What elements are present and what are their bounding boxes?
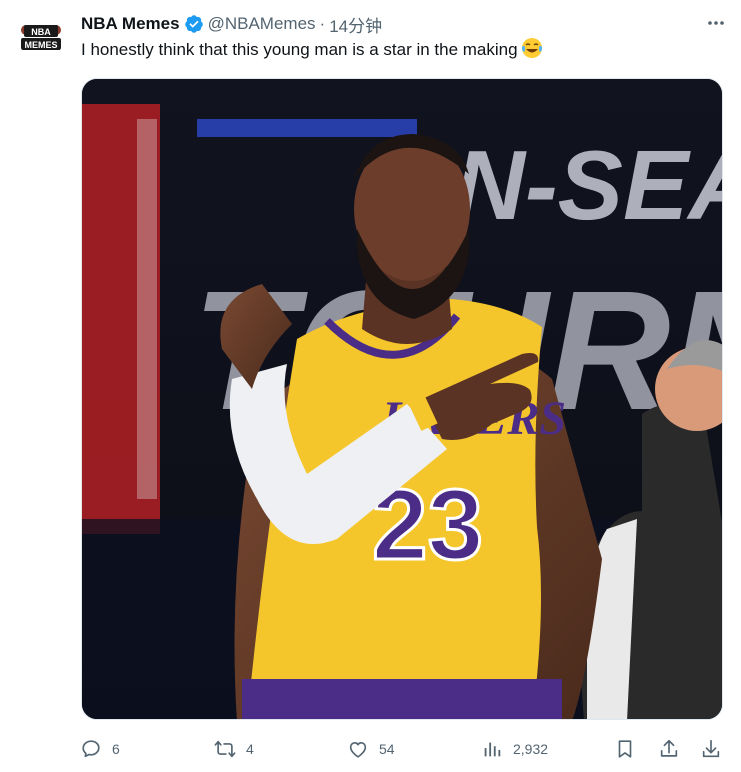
analytics-bars-icon [484,742,501,757]
verified-badge-icon[interactable] [184,14,204,34]
retweet-icon [214,740,236,758]
more-dots-icon [708,21,724,25]
tweet-photo[interactable]: IN-SEASO TOURNA LAKERS 23 [81,78,723,720]
share-button[interactable] [658,734,680,764]
retweet-count: 4 [246,741,254,757]
author-name[interactable]: NBA Memes [81,14,180,34]
like-count: 54 [379,741,395,757]
player-photo-image: IN-SEASO TOURNA LAKERS 23 [82,79,723,719]
download-button[interactable] [700,734,722,764]
view-count: 2,932 [513,741,549,757]
reply-count: 6 [112,741,120,757]
svg-text:IN-SEASO: IN-SEASO [427,130,723,240]
author-avatar[interactable]: NBA MEMES [18,14,64,60]
views-button[interactable]: 2,932 [481,734,548,764]
reply-icon [82,740,100,758]
svg-text:NBA: NBA [31,27,51,37]
more-options-button[interactable] [701,8,731,38]
download-icon [702,739,720,758]
reply-button[interactable]: 6 [80,734,120,764]
tweet-action-bar: 6 4 54 2,932 [80,734,730,764]
retweet-button[interactable]: 4 [214,734,254,764]
tweet-timestamp[interactable]: 14分钟 [329,12,382,37]
avatar-logo-icon: NBA MEMES [18,14,64,60]
tweet-header: NBA Memes @NBAMemes · 14分钟 [81,11,727,37]
heart-icon [349,742,367,758]
tweet-text-body: I honestly think that this young man is … [81,40,518,59]
svg-text:MEMES: MEMES [24,40,57,50]
like-button[interactable]: 54 [347,734,395,764]
share-upload-icon [660,739,678,757]
author-handle[interactable]: @NBAMemes [208,14,316,34]
tears-of-joy-emoji-icon [521,37,543,66]
bookmark-button[interactable] [614,734,636,764]
separator-dot: · [319,14,326,33]
bookmark-icon [618,740,632,758]
tweet-text: I honestly think that this young man is … [81,37,543,66]
